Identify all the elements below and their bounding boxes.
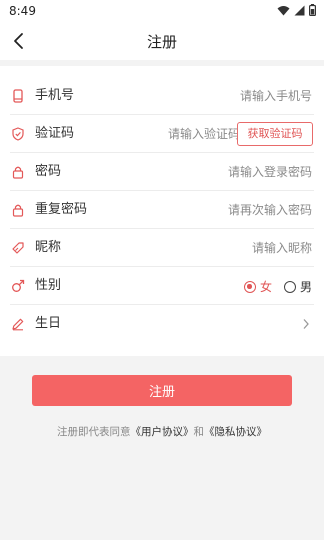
agreement-connector: 和 xyxy=(193,426,205,438)
lock-icon xyxy=(12,204,24,217)
nickname-row: 昵称 xyxy=(0,229,324,267)
gender-female-label: 女 xyxy=(259,280,272,294)
register-button[interactable]: 注册 xyxy=(32,375,292,406)
nav-bar: 注册 xyxy=(0,22,324,60)
code-row: 验证码 获取验证码 xyxy=(0,115,324,153)
phone-icon xyxy=(13,89,23,103)
battery-icon xyxy=(309,4,316,16)
code-label: 验证码 xyxy=(35,126,75,141)
male-symbol-icon xyxy=(12,279,25,292)
gender-male-label: 男 xyxy=(299,280,312,294)
phone-input[interactable] xyxy=(142,86,312,106)
user-agreement-link[interactable]: 《用户协议》 xyxy=(131,426,194,438)
signal-icon xyxy=(294,5,305,15)
register-form: 手机号 验证码 获取验证码 密码 重复密码 xyxy=(0,66,324,356)
confirm-password-row: 重复密码 xyxy=(0,191,324,229)
password-input[interactable] xyxy=(142,162,312,182)
radio-icon[interactable] xyxy=(243,280,256,293)
pencil-icon xyxy=(12,318,24,331)
gender-label: 性别 xyxy=(35,278,62,293)
gender-options: 女 男 xyxy=(243,278,312,295)
chevron-right-icon[interactable] xyxy=(302,318,310,330)
radio-icon[interactable] xyxy=(283,280,296,293)
get-code-button[interactable]: 获取验证码 xyxy=(237,122,313,146)
agreement-prefix: 注册即代表同意 xyxy=(57,426,131,438)
confirm-password-label: 重复密码 xyxy=(35,202,88,217)
wifi-icon xyxy=(277,5,290,15)
tag-icon xyxy=(12,242,24,254)
nickname-label: 昵称 xyxy=(35,240,62,255)
status-bar: 8:49 xyxy=(0,0,324,22)
gender-option-male[interactable]: 男 xyxy=(283,278,312,295)
page-title: 注册 xyxy=(146,33,177,51)
password-row: 密码 xyxy=(0,153,324,191)
lock-icon xyxy=(12,166,24,179)
privacy-policy-link[interactable]: 《隐私协议》 xyxy=(204,426,267,438)
gender-row: 性别 女 男 xyxy=(0,267,324,305)
phone-row: 手机号 xyxy=(0,77,324,115)
confirm-password-input[interactable] xyxy=(142,200,312,220)
phone-label: 手机号 xyxy=(35,88,75,103)
shield-icon xyxy=(12,127,24,141)
password-label: 密码 xyxy=(35,164,62,179)
status-icons xyxy=(277,4,316,16)
status-time: 8:49 xyxy=(9,4,36,18)
birthday-label: 生日 xyxy=(35,316,62,331)
nickname-input[interactable] xyxy=(142,238,312,258)
code-input[interactable] xyxy=(130,124,240,144)
agreement-text: 注册即代表同意《用户协议》和《隐私协议》 xyxy=(0,424,324,439)
gender-option-female[interactable]: 女 xyxy=(243,278,272,295)
birthday-row[interactable]: 生日 xyxy=(0,305,324,343)
